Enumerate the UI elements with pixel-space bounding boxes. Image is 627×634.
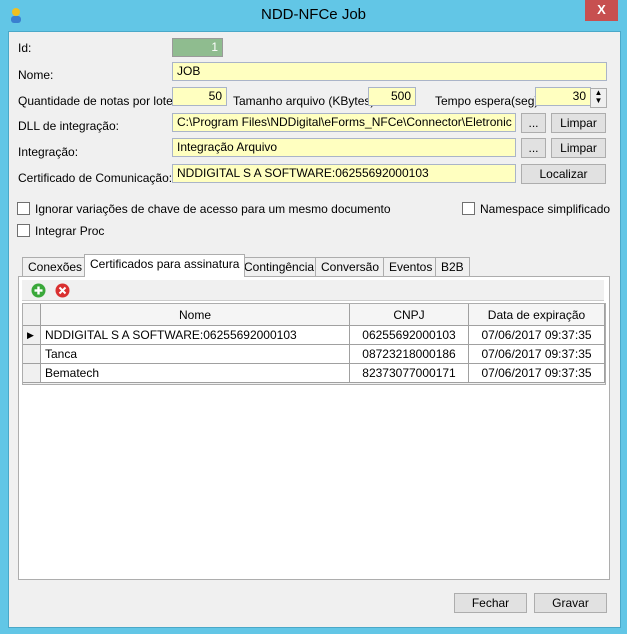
tab-contingencia[interactable]: Contingência — [238, 257, 321, 276]
remove-icon[interactable] — [55, 283, 70, 301]
table-cell-cnpj[interactable]: 06255692000103 — [350, 326, 469, 345]
column-header-data[interactable]: Data de expiração — [469, 304, 605, 326]
dll-clear-button[interactable]: Limpar — [551, 113, 606, 133]
table-cell-nome[interactable]: Bematech — [41, 364, 350, 383]
row-selector[interactable] — [23, 364, 41, 383]
table-cell-data[interactable]: 07/06/2017 09:37:35 — [469, 326, 605, 345]
tempo-spinner[interactable]: ▲ ▼ — [590, 88, 607, 108]
app-user-icon — [10, 7, 22, 23]
id-field: 1 — [172, 38, 223, 57]
fechar-button[interactable]: Fechar — [454, 593, 527, 613]
window-title: NDD-NFCe Job — [260, 6, 366, 23]
dll-label: DLL de integração: — [18, 119, 119, 133]
id-label: Id: — [18, 41, 32, 55]
certificates-grid: Nome CNPJ Data de expiração ▶ NDDIGITAL … — [22, 303, 606, 385]
grid-corner — [23, 304, 41, 326]
tempo-input[interactable]: 30 — [535, 87, 591, 106]
integracao-input[interactable]: Integração Arquivo — [172, 138, 516, 157]
toolbar — [22, 280, 604, 301]
integracao-label: Integração: — [18, 145, 79, 159]
dll-browse-button[interactable]: ... — [521, 113, 546, 133]
tamanho-label: Tamanho arquivo (KBytes): — [233, 94, 378, 108]
tamanho-input[interactable]: 500 — [368, 87, 416, 106]
namespace-label: Namespace simplificado — [480, 202, 611, 216]
qtd-input[interactable]: 50 — [172, 87, 227, 106]
close-button[interactable]: X — [585, 0, 618, 21]
tab-conversao[interactable]: Conversão — [315, 257, 386, 276]
table-cell-data[interactable]: 07/06/2017 09:37:35 — [469, 364, 605, 383]
integrar-proc-checkbox[interactable] — [17, 224, 30, 237]
integrar-proc-label: Integrar Proc — [35, 224, 105, 238]
qtd-label: Quantidade de notas por lote: — [18, 94, 177, 108]
tab-b2b[interactable]: B2B — [435, 257, 470, 276]
ignorar-checkbox[interactable] — [17, 202, 30, 215]
integracao-clear-button[interactable]: Limpar — [551, 138, 606, 158]
tab-eventos[interactable]: Eventos — [383, 257, 439, 276]
localizar-button[interactable]: Localizar — [521, 164, 606, 184]
ignorar-label: Ignorar variações de chave de acesso par… — [35, 202, 391, 216]
integracao-browse-button[interactable]: ... — [521, 138, 546, 158]
table-cell-cnpj[interactable]: 82373077000171 — [350, 364, 469, 383]
add-icon[interactable] — [31, 283, 46, 301]
table-cell-cnpj[interactable]: 08723218000186 — [350, 345, 469, 364]
gravar-button[interactable]: Gravar — [534, 593, 607, 613]
nome-input[interactable]: JOB — [172, 62, 607, 81]
spin-down-icon[interactable]: ▼ — [591, 97, 606, 105]
row-selector[interactable] — [23, 345, 41, 364]
certificado-input[interactable]: NDDIGITAL S A SOFTWARE:06255692000103 — [172, 164, 516, 183]
tab-conexoes[interactable]: Conexões — [22, 257, 89, 276]
column-header-nome[interactable]: Nome — [41, 304, 350, 326]
column-header-cnpj[interactable]: CNPJ — [350, 304, 469, 326]
dll-input[interactable]: C:\Program Files\NDDigital\eForms_NFCe\C… — [172, 113, 516, 132]
tempo-label: Tempo espera(seg): — [435, 94, 542, 108]
tab-certificados[interactable]: Certificados para assinatura — [84, 254, 246, 277]
certificado-label: Certificado de Comunicação: — [18, 171, 173, 185]
namespace-checkbox[interactable] — [462, 202, 475, 215]
nome-label: Nome: — [18, 68, 54, 82]
table-cell-nome[interactable]: Tanca — [41, 345, 350, 364]
row-selector-current-icon[interactable]: ▶ — [23, 326, 41, 345]
table-cell-nome[interactable]: NDDIGITAL S A SOFTWARE:06255692000103 — [41, 326, 350, 345]
table-cell-data[interactable]: 07/06/2017 09:37:35 — [469, 345, 605, 364]
